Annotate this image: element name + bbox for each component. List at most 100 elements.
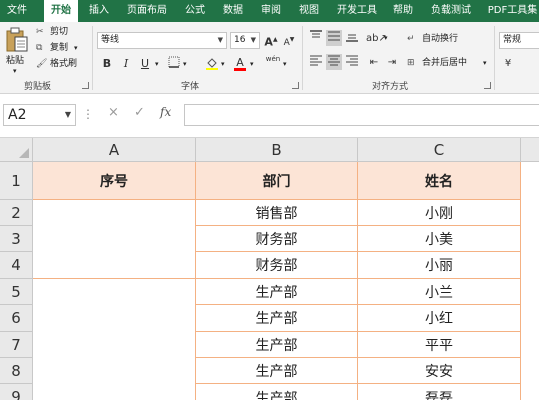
row-header-6[interactable]: 6 [0,305,33,332]
column-header-b[interactable]: B [196,138,358,162]
merge-center-label: 合并后居中 [422,58,468,68]
tab-review[interactable]: 审阅 [256,0,286,22]
merge-center-button[interactable]: ⊞ 合并后居中 ▾ [407,57,489,71]
cell-a1[interactable]: 序号 [33,162,196,200]
fill-color-dropdown-icon[interactable]: ▾ [221,58,225,70]
cell-b7[interactable]: 生产部 [196,332,358,358]
align-middle-button[interactable] [326,30,342,46]
format-painter-button[interactable]: 🖌 格式刷 [36,58,86,71]
number-format-select[interactable]: 常规 [499,32,539,49]
column-header-d[interactable] [521,138,539,162]
row-header-8[interactable]: 8 [0,358,33,384]
paste-dropdown-icon[interactable]: ▾ [13,65,17,77]
cell-c6[interactable]: 小红 [358,305,521,332]
fill-color-button[interactable] [204,56,220,72]
row-header-1[interactable]: 1 [0,162,33,200]
italic-button[interactable]: I [118,56,134,72]
font-name-select[interactable]: 等线 ▼ [97,32,227,49]
align-left-button[interactable] [308,54,324,70]
row-header-3[interactable]: 3 [0,226,33,252]
tab-view[interactable]: 视图 [294,0,324,22]
ribbon-divider [302,26,303,90]
borders-dropdown-icon[interactable]: ▾ [183,58,187,70]
cell-c5[interactable]: 小兰 [358,279,521,305]
phonetic-button[interactable]: wén [265,55,281,71]
tab-formulas[interactable]: 公式 [180,0,210,22]
cell-c4[interactable]: 小丽 [358,252,521,279]
clipboard-group-label: 剪贴板 [24,82,52,92]
orientation-dropdown-icon[interactable]: ▾ [384,32,388,44]
align-center-button[interactable] [326,54,342,70]
cell-c2[interactable]: 小刚 [358,200,521,226]
select-all-button[interactable] [0,138,33,162]
underline-button[interactable]: U [137,56,153,72]
tab-insert[interactable]: 插入 [84,0,114,22]
align-bottom-button[interactable] [344,30,360,46]
cell-b2[interactable]: 销售部 [196,200,358,226]
cell-b9[interactable]: 生产部 [196,384,358,400]
align-right-button[interactable] [344,54,360,70]
bold-button[interactable]: B [99,56,115,72]
font-size-select[interactable]: 16 ▼ [230,32,260,49]
tab-help[interactable]: 帮助 [388,0,418,22]
currency-icon: ¥ [504,58,512,69]
cell-c3[interactable]: 小美 [358,226,521,252]
decrease-indent-button[interactable]: ⇤ [366,54,382,70]
row-header-4[interactable]: 4 [0,252,33,279]
cancel-icon[interactable]: × [108,105,119,120]
cell-b8[interactable]: 生产部 [196,358,358,384]
tab-page-layout[interactable]: 页面布局 [124,0,170,22]
borders-button[interactable] [166,56,182,72]
shrink-font-button[interactable]: A▼ [281,32,297,48]
cell-c1[interactable]: 姓名 [358,162,521,200]
enter-icon[interactable]: ✓ [134,105,145,120]
cell-a5-merged[interactable] [33,279,196,400]
tab-data[interactable]: 数据 [218,0,248,22]
copy-button[interactable]: ⧉ 复制 ▾ [36,42,86,55]
tab-developer[interactable]: 开发工具 [334,0,380,22]
font-color-swatch [234,68,246,71]
formula-input[interactable] [184,104,539,126]
tab-pdf-tools[interactable]: PDF工具集 [486,0,539,22]
row-header-7[interactable]: 7 [0,332,33,358]
tab-home[interactable]: 开始 [44,0,78,22]
cell-b4[interactable]: 财务部 [196,252,358,279]
font-color-dropdown-icon[interactable]: ▾ [250,58,254,70]
formula-bar: A2 ▼ ⋮ × ✓ fx [0,94,539,138]
tab-load-test[interactable]: 负载测试 [426,0,476,22]
insert-function-icon[interactable]: fx [160,105,171,119]
paste-button[interactable]: 粘贴 ▾ [3,25,31,75]
font-launcher-icon[interactable] [292,82,299,89]
cell-b1[interactable]: 部门 [196,162,358,200]
column-header-a[interactable]: A [33,138,196,162]
cell-a2-merged[interactable] [33,200,196,279]
cell-b3[interactable]: 财务部 [196,226,358,252]
cell-c8[interactable]: 安安 [358,358,521,384]
cell-b5[interactable]: 生产部 [196,279,358,305]
alignment-launcher-icon[interactable] [484,82,491,89]
formula-bar-grip-icon[interactable]: ⋮ [82,107,95,121]
cell-c7[interactable]: 平平 [358,332,521,358]
grow-font-button[interactable]: A▲ [263,32,279,49]
row-header-2[interactable]: 2 [0,200,33,226]
underline-dropdown-icon[interactable]: ▾ [155,58,159,70]
cut-button[interactable]: ✂ 剪切 [36,26,78,39]
cell-b6[interactable]: 生产部 [196,305,358,332]
increase-indent-button[interactable]: ⇥ [384,54,400,70]
phonetic-dropdown-icon[interactable]: ▾ [283,58,287,70]
name-box[interactable]: A2 ▼ [3,104,76,126]
copy-dropdown-icon[interactable]: ▾ [74,42,78,54]
wrap-text-button[interactable]: ↵ 自动换行 [407,33,467,47]
column-header-c[interactable]: C [358,138,521,162]
row-header-9[interactable]: 9 [0,384,33,400]
font-color-button[interactable]: A [232,55,248,71]
cell-c9[interactable]: 磊磊 [358,384,521,400]
decrease-indent-icon: ⇤ [369,57,379,68]
accounting-format-button[interactable]: ¥ [500,55,516,71]
orientation-button[interactable]: ab↗ [366,30,387,46]
align-top-icon [310,30,322,38]
row-header-5[interactable]: 5 [0,279,33,305]
clipboard-launcher-icon[interactable] [82,82,89,89]
tab-file[interactable]: 文件 [2,0,32,22]
align-top-button[interactable] [308,30,324,46]
